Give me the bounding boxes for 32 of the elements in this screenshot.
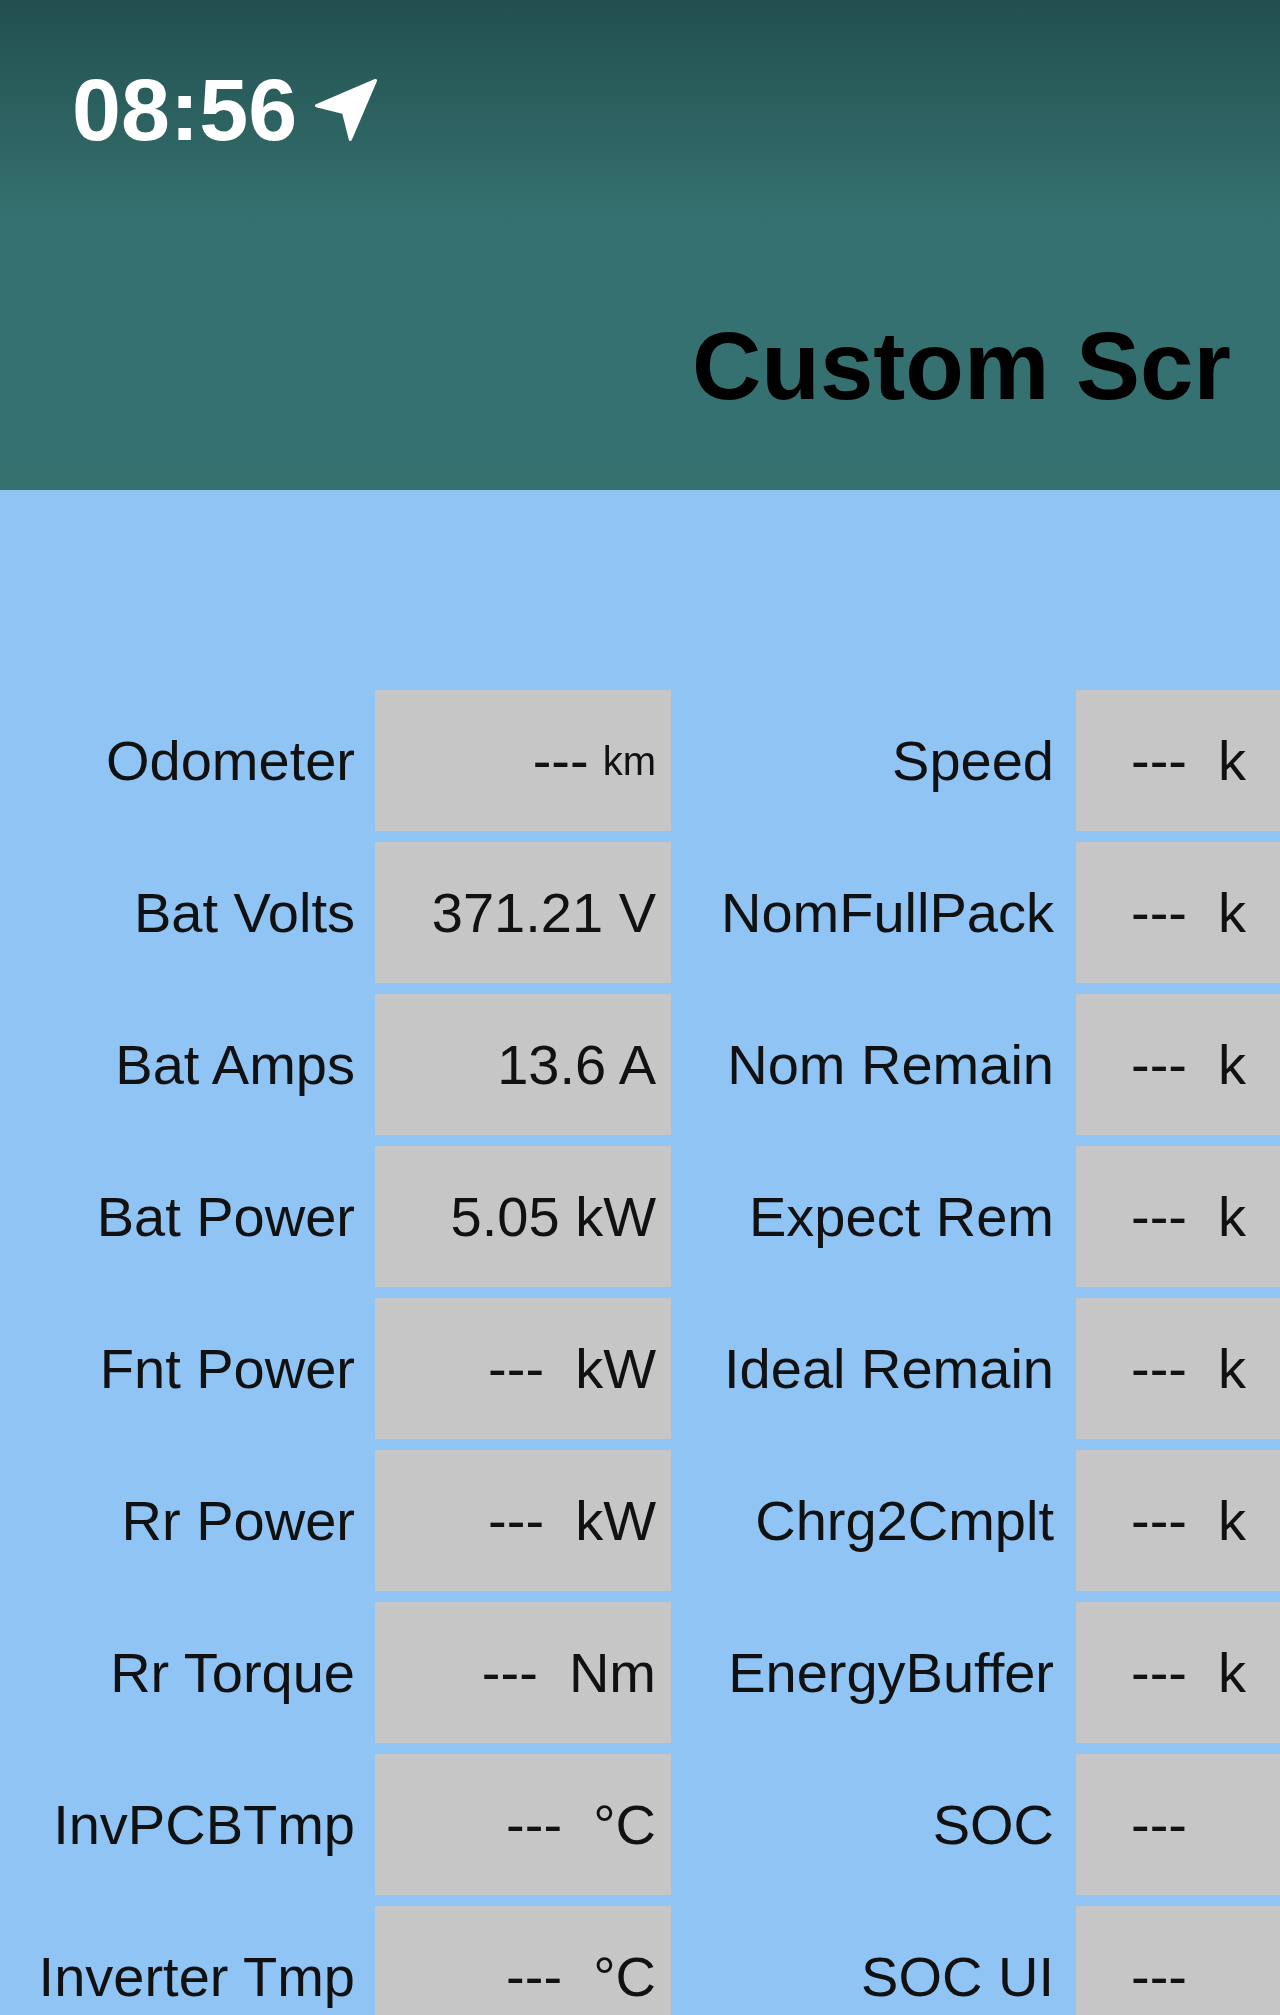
reading-text: 13.6 A [497, 1036, 656, 1093]
reading-text: --- [1131, 1796, 1187, 1853]
field-label: SOC UI [860, 1948, 1054, 2005]
field-label: NomFullPack [720, 884, 1054, 941]
field-label: Bat Power [95, 1188, 355, 1245]
reading-text: --- k [1131, 1644, 1247, 1701]
field-label: Bat Volts [132, 884, 355, 941]
screen-title: Custom Scr [692, 318, 1232, 414]
reading-text: --- Nm [481, 1644, 656, 1701]
reading-text: --- k [1131, 1492, 1247, 1549]
reading-text: 5.05 kW [450, 1188, 656, 1245]
field-label: Nom Remain [726, 1036, 1054, 1093]
reading-text: --- k [1131, 1036, 1247, 1093]
field-label: SOC [931, 1796, 1054, 1853]
unit-text: km [602, 740, 656, 781]
location-arrow-icon [315, 79, 378, 141]
reading-text: --- k [1131, 884, 1247, 941]
reading-text: --- °C [506, 1796, 656, 1853]
reading-text: --- [1131, 1948, 1187, 2005]
field-label: Odometer [105, 732, 355, 789]
field-label: Rr Power [120, 1492, 355, 1549]
field-label: Ideal Remain [723, 1340, 1054, 1397]
reading-text: --- k [1131, 1340, 1247, 1397]
reading-text: --- °C [506, 1948, 656, 2005]
field-label: Fnt Power [98, 1340, 355, 1397]
reading-text: --- [532, 732, 589, 789]
reading-text: --- kW [488, 1340, 656, 1397]
reading-text: 371.21 V [431, 884, 656, 941]
reading-text: --- k [1131, 732, 1247, 789]
reading-text: --- k [1131, 1188, 1247, 1245]
status-time: 08:56 [72, 66, 298, 154]
reading-text: --- kW [488, 1492, 656, 1549]
